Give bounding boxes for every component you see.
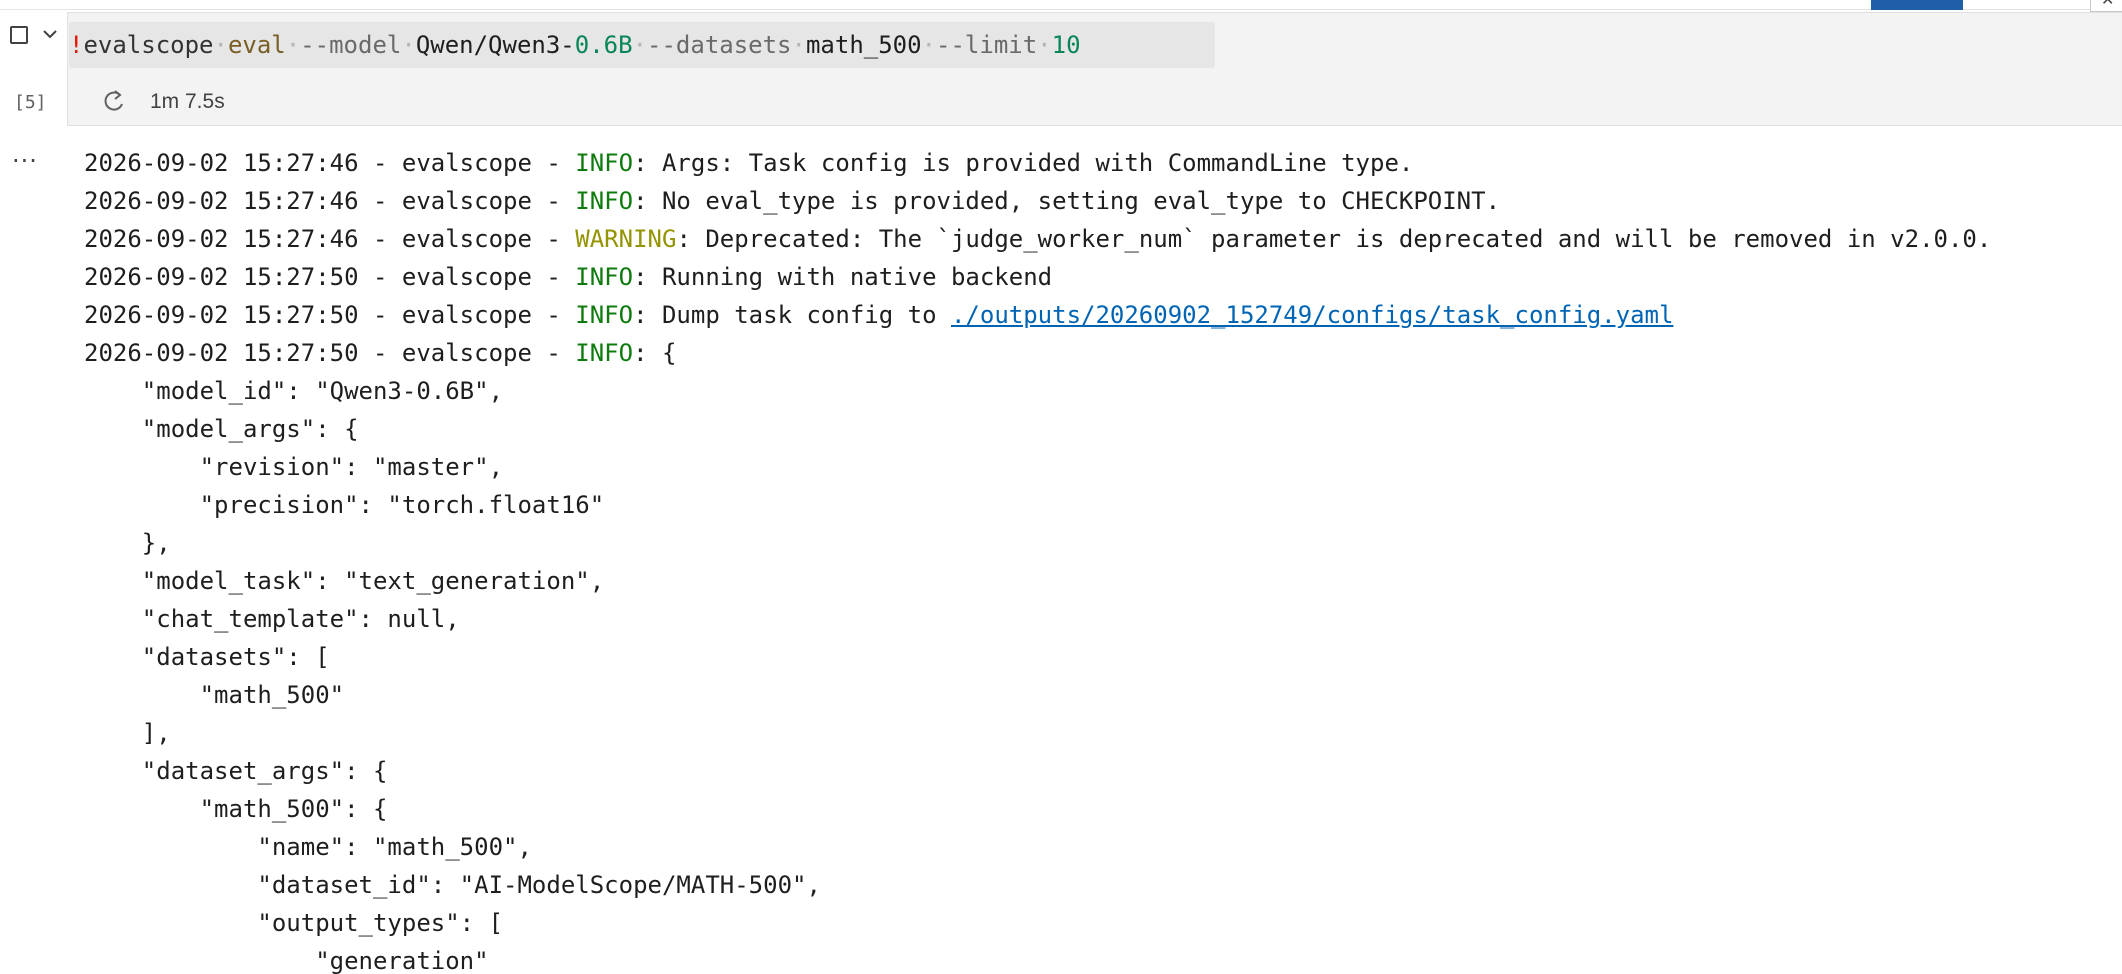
json-line: "precision": "torch.float16": [84, 491, 605, 519]
task-config-link[interactable]: ./outputs/20260902_152749/configs/task_c…: [951, 301, 1673, 329]
cmd-token: evalscope: [83, 31, 214, 59]
json-line: "name": "math_500",: [84, 833, 532, 861]
log-prefix: 2026-09-02 15:27:50 - evalscope -: [84, 263, 576, 291]
log-message: : Running with native backend: [633, 263, 1053, 291]
notebook-page: ✕ [5] ... !evalscope·eval·--model·Qwen/Q…: [0, 0, 2122, 974]
execution-count: [5]: [14, 92, 47, 113]
log-line: 2026-09-02 15:27:46 - evalscope - INFO: …: [84, 182, 2114, 220]
model-version-token: 0.6B: [574, 31, 633, 59]
log-level-info: INFO: [575, 263, 634, 291]
log-line: 2026-09-02 15:27:50 - evalscope - INFO: …: [84, 258, 2114, 296]
close-icon[interactable]: ✕: [2090, 0, 2122, 12]
log-level-info: INFO: [575, 339, 634, 367]
chevron-down-icon[interactable]: [40, 24, 60, 44]
log-level-info: INFO: [575, 301, 634, 329]
cell-output: 2026-09-02 15:27:46 - evalscope - INFO: …: [84, 144, 2114, 974]
execution-duration: 1m 7.5s: [150, 90, 225, 113]
bang-token: !: [69, 31, 84, 59]
json-line: ],: [84, 719, 171, 747]
output-actions-ellipsis[interactable]: ...: [12, 142, 38, 166]
json-line: "math_500": {: [84, 795, 388, 823]
json-line: },: [84, 529, 171, 557]
log-message: : No eval_type is provided, setting eval…: [633, 187, 1501, 215]
top-border: [0, 0, 2122, 10]
log-message: : Dump task config to: [633, 301, 951, 329]
json-line: "dataset_args": {: [84, 757, 388, 785]
log-prefix: 2026-09-02 15:27:50 - evalscope -: [84, 301, 576, 329]
log-line: 2026-09-02 15:27:50 - evalscope - INFO: …: [84, 296, 2114, 334]
json-line: "chat_template": null,: [84, 605, 460, 633]
log-prefix: 2026-09-02 15:27:46 - evalscope -: [84, 149, 576, 177]
flag-model-token: --model: [300, 31, 402, 59]
limit-token: 10: [1051, 31, 1081, 59]
command-line[interactable]: !evalscope·eval·--model·Qwen/Qwen3-0.6B·…: [69, 22, 1081, 68]
json-line: "math_500": [84, 681, 345, 709]
json-line: "dataset_id": "AI-ModelScope/MATH-500",: [84, 871, 821, 899]
json-line: "generation": [84, 947, 489, 974]
model-prefix-token: Qwen/Qwen3-: [415, 31, 575, 59]
subcommand-token: eval: [227, 31, 286, 59]
json-line: "output_types": [: [84, 909, 504, 937]
json-line: "revision": "master",: [84, 453, 504, 481]
json-line: "model_args": {: [84, 415, 359, 443]
dataset-token: math_500: [805, 31, 922, 59]
flag-datasets-token: --datasets: [647, 31, 792, 59]
active-tab-indicator: [1871, 0, 1963, 10]
log-line: 2026-09-02 15:27:46 - evalscope - WARNIN…: [84, 220, 2114, 258]
log-line: 2026-09-02 15:27:50 - evalscope - INFO: …: [84, 334, 2114, 372]
log-message: : Args: Task config is provided with Com…: [633, 149, 1414, 177]
log-prefix: 2026-09-02 15:27:46 - evalscope -: [84, 187, 576, 215]
log-message: : {: [633, 339, 677, 367]
log-prefix: 2026-09-02 15:27:50 - evalscope -: [84, 339, 576, 367]
json-line: "datasets": [: [84, 643, 330, 671]
json-line: "model_id": "Qwen3-0.6B",: [84, 377, 504, 405]
log-line: 2026-09-02 15:27:46 - evalscope - INFO: …: [84, 144, 2114, 182]
json-line: "model_task": "text_generation",: [84, 567, 605, 595]
checkbox-icon[interactable]: [10, 26, 28, 44]
log-prefix: 2026-09-02 15:27:46 - evalscope -: [84, 225, 576, 253]
log-level-info: INFO: [575, 149, 634, 177]
flag-limit-token: --limit: [936, 31, 1038, 59]
log-level-warning: WARNING: [575, 225, 677, 253]
log-message: : Deprecated: The `judge_worker_num` par…: [676, 225, 1992, 253]
refresh-icon: [104, 90, 123, 111]
log-level-info: INFO: [575, 187, 634, 215]
